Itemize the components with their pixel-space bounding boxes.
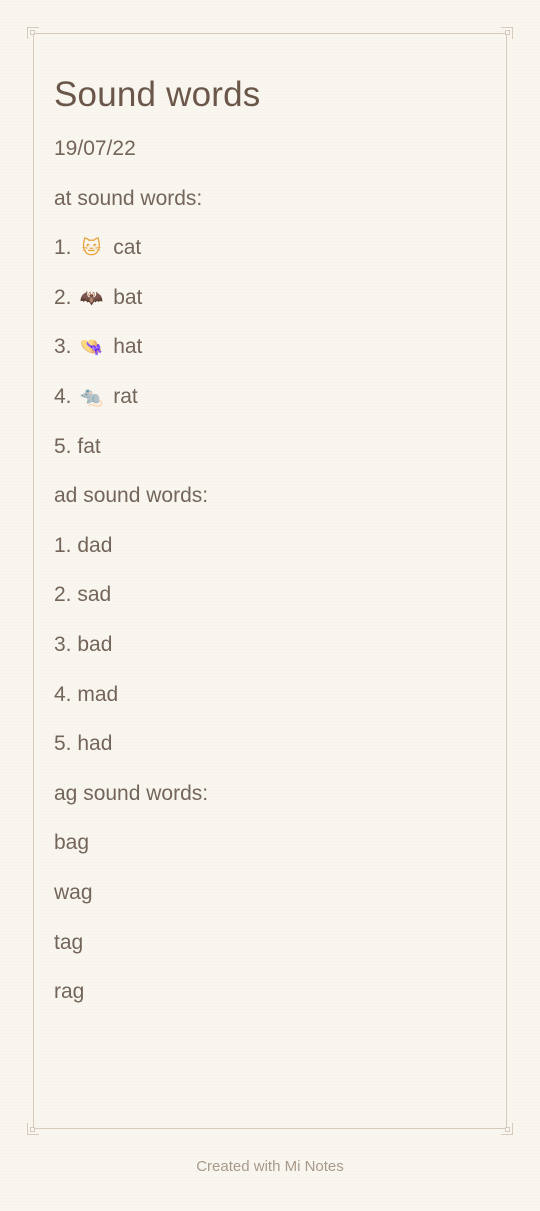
frame-knot-bottom-left	[30, 1127, 35, 1132]
list-item: 3. 👒 hat	[54, 334, 484, 359]
list-item: 3. bad	[54, 632, 484, 657]
list-number: 4.	[54, 384, 72, 408]
list-number: 3.	[54, 632, 72, 656]
section-heading-ag: ag sound words:	[54, 781, 209, 805]
list-word: hat	[113, 335, 143, 359]
note-title: Sound words	[54, 75, 261, 114]
list-number: 1.	[54, 236, 72, 260]
list-item: bag	[54, 830, 484, 855]
footer-credit: Created with Mi Notes	[196, 1158, 344, 1175]
list-item: 5. fat	[54, 434, 484, 459]
list-number: 5.	[54, 732, 72, 756]
list-item: wag	[54, 880, 484, 905]
list-word: bag	[54, 831, 90, 855]
list-word: bat	[113, 285, 143, 309]
list-word: rat	[113, 384, 138, 408]
list-word: bad	[77, 632, 113, 656]
list-number: 2.	[54, 583, 72, 607]
list-item: 1. 🐱 cat	[54, 235, 484, 260]
list-item: tag	[54, 930, 484, 955]
hat-icon: 👒	[79, 336, 104, 359]
list-item: 2. 🦇 bat	[54, 285, 484, 310]
list-word: had	[77, 732, 113, 756]
cat-icon: 🐱	[81, 237, 102, 260]
list-number: 5.	[54, 434, 72, 458]
list-item: 4. 🐀 rat	[54, 384, 484, 409]
bat-icon: 🦇	[79, 286, 104, 309]
list-word: wag	[54, 880, 93, 904]
section-heading-ad: ad sound words:	[54, 484, 209, 508]
note-body[interactable]: Sound words 19/07/22 at sound words: 1. …	[54, 72, 484, 1029]
list-number: 1.	[54, 533, 72, 557]
list-number: 3.	[54, 335, 72, 359]
frame-knot-top-left	[30, 30, 35, 35]
section-heading-at: at sound words:	[54, 186, 203, 210]
list-word: cat	[113, 236, 142, 260]
note-paper: Sound words 19/07/22 at sound words: 1. …	[0, 0, 540, 1211]
list-word: mad	[77, 682, 119, 706]
list-word: tag	[54, 930, 84, 954]
list-item: 1. dad	[54, 533, 484, 558]
list-word: dad	[77, 533, 113, 557]
list-item: 2. sad	[54, 582, 484, 607]
list-item: 4. mad	[54, 682, 484, 707]
note-date: 19/07/22	[54, 137, 136, 160]
frame-knot-bottom-right	[505, 1127, 510, 1132]
list-number: 4.	[54, 682, 72, 706]
list-number: 2.	[54, 285, 72, 309]
rat-icon: 🐀	[79, 385, 104, 408]
frame-knot-top-right	[505, 30, 510, 35]
list-word: fat	[77, 434, 101, 458]
list-word: rag	[54, 980, 85, 1004]
list-word: sad	[77, 583, 112, 607]
list-item: 5. had	[54, 731, 484, 756]
list-item: rag	[54, 979, 484, 1004]
